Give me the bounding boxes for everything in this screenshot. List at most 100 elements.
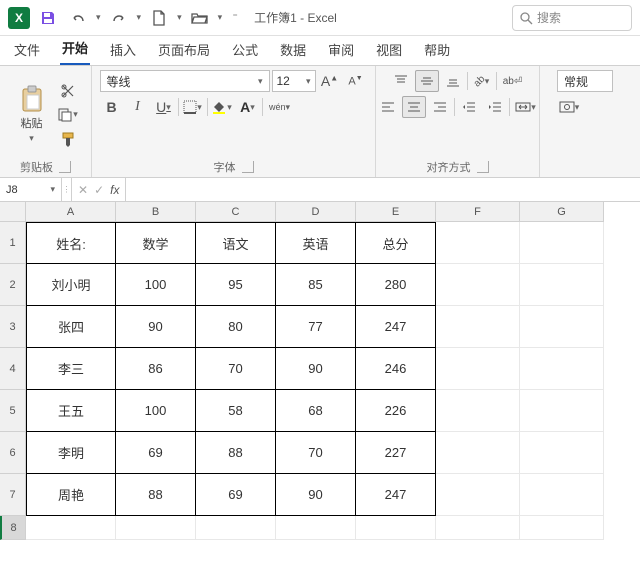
row-header-1[interactable]: 1 xyxy=(0,222,26,264)
cell-F1[interactable] xyxy=(436,222,520,264)
row-header-8[interactable]: 8 xyxy=(0,516,26,540)
cell-B3[interactable]: 90 xyxy=(116,306,196,348)
fill-color-button[interactable]: ▾ xyxy=(210,96,234,118)
row-header-7[interactable]: 7 xyxy=(0,474,26,516)
cell-D1[interactable]: 英语 xyxy=(276,222,356,264)
cell-B2[interactable]: 100 xyxy=(116,264,196,306)
cell-G2[interactable] xyxy=(520,264,604,306)
cell-E6[interactable]: 227 xyxy=(356,432,436,474)
cell-F4[interactable] xyxy=(436,348,520,390)
tab-审阅[interactable]: 审阅 xyxy=(326,36,356,65)
enter-formula-button[interactable]: ✓ xyxy=(94,183,104,197)
orientation-button[interactable]: ab▾ xyxy=(470,70,494,92)
cell-A8[interactable] xyxy=(26,516,116,540)
cancel-formula-button[interactable]: ✕ xyxy=(78,183,88,197)
col-header-G[interactable]: G xyxy=(520,202,604,222)
cell-F5[interactable] xyxy=(436,390,520,432)
cell-A3[interactable]: 张四 xyxy=(26,306,116,348)
cell-D6[interactable]: 70 xyxy=(276,432,356,474)
bold-button[interactable]: B xyxy=(100,96,124,118)
undo-button[interactable] xyxy=(66,6,90,30)
col-header-E[interactable]: E xyxy=(356,202,436,222)
row-header-6[interactable]: 6 xyxy=(0,432,26,474)
cell-A6[interactable]: 李明 xyxy=(26,432,116,474)
cell-D4[interactable]: 90 xyxy=(276,348,356,390)
dialog-launcher-icon[interactable] xyxy=(59,161,71,173)
cell-G1[interactable] xyxy=(520,222,604,264)
decrease-indent-button[interactable] xyxy=(457,96,481,118)
cell-D2[interactable]: 85 xyxy=(276,264,356,306)
format-painter-button[interactable] xyxy=(56,128,80,150)
col-header-A[interactable]: A xyxy=(26,202,116,222)
open-dropdown[interactable]: ▾ xyxy=(218,12,223,23)
new-doc-button[interactable] xyxy=(147,6,171,30)
cell-D5[interactable]: 68 xyxy=(276,390,356,432)
tab-数据[interactable]: 数据 xyxy=(278,36,308,65)
tab-公式[interactable]: 公式 xyxy=(230,36,260,65)
cell-C5[interactable]: 58 xyxy=(196,390,276,432)
phonetic-button[interactable]: wén ▾ xyxy=(265,96,295,118)
cell-A5[interactable]: 王五 xyxy=(26,390,116,432)
tab-文件[interactable]: 文件 xyxy=(12,36,42,65)
cell-C2[interactable]: 95 xyxy=(196,264,276,306)
wrap-text-button[interactable]: ab⏎ xyxy=(499,70,527,92)
dialog-launcher-icon[interactable] xyxy=(242,161,254,173)
redo-dropdown[interactable]: ▾ xyxy=(137,12,142,23)
col-header-B[interactable]: B xyxy=(116,202,196,222)
align-bottom-button[interactable] xyxy=(441,70,465,92)
spreadsheet-grid[interactable]: ABCDEFG1姓名:数学语文英语总分2刘小明10095852803张四9080… xyxy=(0,202,640,588)
cell-F8[interactable] xyxy=(436,516,520,540)
cell-C3[interactable]: 80 xyxy=(196,306,276,348)
col-header-C[interactable]: C xyxy=(196,202,276,222)
tab-开始[interactable]: 开始 xyxy=(60,34,90,65)
font-color-button[interactable]: A ▾ xyxy=(236,96,260,118)
font-size-select[interactable]: 12 ▾ xyxy=(272,70,316,92)
cell-F7[interactable] xyxy=(436,474,520,516)
cell-B1[interactable]: 数学 xyxy=(116,222,196,264)
align-right-button[interactable] xyxy=(428,96,452,118)
accounting-format-button[interactable]: ▾ xyxy=(557,96,581,118)
decrease-font-button[interactable]: A▼ xyxy=(344,70,368,92)
cell-E1[interactable]: 总分 xyxy=(356,222,436,264)
cell-C7[interactable]: 69 xyxy=(196,474,276,516)
cell-A1[interactable]: 姓名: xyxy=(26,222,116,264)
cell-F2[interactable] xyxy=(436,264,520,306)
copy-button[interactable]: ▾ xyxy=(56,104,80,126)
cell-E3[interactable]: 247 xyxy=(356,306,436,348)
qat-customize-button[interactable]: ⁼ xyxy=(228,6,242,30)
align-left-button[interactable] xyxy=(376,96,400,118)
cell-B6[interactable]: 69 xyxy=(116,432,196,474)
cell-A4[interactable]: 李三 xyxy=(26,348,116,390)
row-header-2[interactable]: 2 xyxy=(0,264,26,306)
undo-dropdown[interactable]: ▾ xyxy=(96,12,101,23)
font-name-select[interactable]: 等线 ▾ xyxy=(100,70,270,92)
underline-button[interactable]: U▾ xyxy=(152,96,176,118)
cell-D7[interactable]: 90 xyxy=(276,474,356,516)
col-header-D[interactable]: D xyxy=(276,202,356,222)
col-header-F[interactable]: F xyxy=(436,202,520,222)
cell-G8[interactable] xyxy=(520,516,604,540)
cell-E8[interactable] xyxy=(356,516,436,540)
cell-B4[interactable]: 86 xyxy=(116,348,196,390)
merge-center-button[interactable]: ▾ xyxy=(512,96,540,118)
row-header-5[interactable]: 5 xyxy=(0,390,26,432)
cell-B5[interactable]: 100 xyxy=(116,390,196,432)
cell-E4[interactable]: 246 xyxy=(356,348,436,390)
select-all-corner[interactable] xyxy=(0,202,26,222)
save-button[interactable] xyxy=(36,6,60,30)
paste-button[interactable]: 粘贴 ▾ xyxy=(12,82,52,148)
align-top-button[interactable] xyxy=(389,70,413,92)
cell-B7[interactable]: 88 xyxy=(116,474,196,516)
cell-F6[interactable] xyxy=(436,432,520,474)
cell-F3[interactable] xyxy=(436,306,520,348)
cell-E2[interactable]: 280 xyxy=(356,264,436,306)
cell-D3[interactable]: 77 xyxy=(276,306,356,348)
row-header-3[interactable]: 3 xyxy=(0,306,26,348)
search-input[interactable]: 搜索 xyxy=(512,5,632,31)
align-middle-button[interactable] xyxy=(415,70,439,92)
number-format-select[interactable]: 常规 xyxy=(557,70,613,92)
align-center-button[interactable] xyxy=(402,96,426,118)
cut-button[interactable] xyxy=(56,80,80,102)
cell-G4[interactable] xyxy=(520,348,604,390)
border-button[interactable]: ▾ xyxy=(181,96,205,118)
